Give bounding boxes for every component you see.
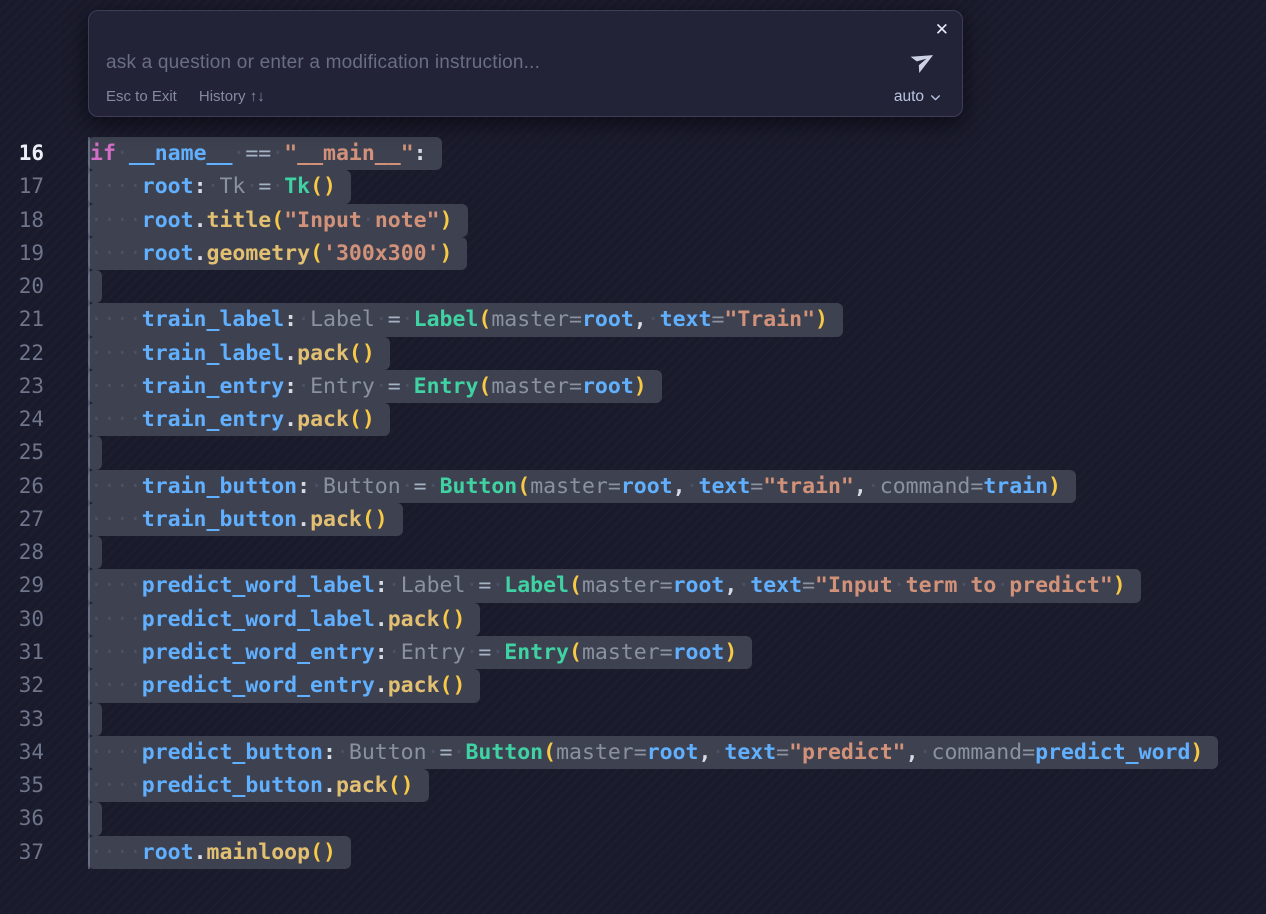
code-line-content[interactable]: ····train_button:·Button·=·Button(master…	[88, 470, 1076, 503]
code-line-content[interactable]	[88, 536, 102, 569]
mode-dropdown[interactable]: auto	[894, 88, 942, 106]
line-number: 19	[0, 237, 44, 270]
code-line[interactable]: 30 ····predict_word_label.pack()	[0, 603, 1266, 636]
code-line[interactable]: 16 if·__name__·==·"__main__":	[0, 137, 1266, 170]
code-line-content[interactable]	[88, 703, 102, 736]
code-line-content[interactable]: ····train_entry:·Entry·=·Entry(master=ro…	[88, 370, 662, 403]
line-number: 21	[0, 303, 44, 336]
esc-hint: Esc to Exit	[106, 88, 177, 105]
code-line-content[interactable]: ····predict_button:·Button·=·Button(mast…	[88, 736, 1218, 769]
code-line[interactable]: 29 ····predict_word_label:·Label·=·Label(…	[0, 569, 1266, 602]
line-number: 35	[0, 769, 44, 802]
line-number: 22	[0, 337, 44, 370]
line-number: 27	[0, 503, 44, 536]
line-number: 18	[0, 204, 44, 237]
code-line-content[interactable]: ····train_label.pack()	[88, 337, 390, 370]
line-number: 34	[0, 736, 44, 769]
line-number: 31	[0, 636, 44, 669]
code-line-content[interactable]: ····predict_word_entry.pack()	[88, 669, 480, 702]
line-number: 32	[0, 669, 44, 702]
indent-guide	[88, 137, 90, 869]
line-number: 33	[0, 703, 44, 736]
code-line-content[interactable]: ····predict_button.pack()	[88, 769, 429, 802]
code-lines: 16 if·__name__·==·"__main__": 17 ····root:·…	[0, 137, 1266, 869]
code-line[interactable]: 37 ····root.mainloop()	[0, 836, 1266, 869]
line-number: 26	[0, 470, 44, 503]
line-number: 25	[0, 436, 44, 469]
code-line[interactable]: 17 ····root:·Tk·=·Tk()	[0, 170, 1266, 203]
line-number: 29	[0, 569, 44, 602]
code-line[interactable]: 26 ····train_button:·Button·=·Button(mast…	[0, 470, 1266, 503]
code-line[interactable]: 25	[0, 436, 1266, 469]
code-line[interactable]: 27 ····train_button.pack()	[0, 503, 1266, 536]
code-line-content[interactable]: ····predict_word_entry:·Entry·=·Entry(ma…	[88, 636, 752, 669]
line-number: 37	[0, 836, 44, 869]
send-icon[interactable]	[911, 47, 937, 73]
code-line-content[interactable]: ····root.mainloop()	[88, 836, 351, 869]
code-line[interactable]: 23 ····train_entry:·Entry·=·Entry(master=…	[0, 370, 1266, 403]
code-line-content[interactable]: ····root.geometry('300x300')	[88, 237, 467, 270]
prompt-dialog: ✕ ask a question or enter a modification…	[88, 10, 963, 117]
code-line[interactable]: 20	[0, 270, 1266, 303]
line-number: 36	[0, 802, 44, 835]
code-line-content[interactable]: ····root:·Tk·=·Tk()	[88, 170, 351, 203]
line-number: 30	[0, 603, 44, 636]
code-line-content[interactable]: ····train_entry.pack()	[88, 403, 390, 436]
close-icon[interactable]: ✕	[935, 21, 949, 38]
code-line-content[interactable]: ····predict_word_label.pack()	[88, 603, 480, 636]
code-line[interactable]: 19 ····root.geometry('300x300')	[0, 237, 1266, 270]
code-line[interactable]: 21 ····train_label:·Label·=·Label(master=…	[0, 303, 1266, 336]
line-number: 17	[0, 170, 44, 203]
code-line[interactable]: 33	[0, 703, 1266, 736]
code-line-content[interactable]	[88, 270, 102, 303]
code-line[interactable]: 31 ····predict_word_entry:·Entry·=·Entry(…	[0, 636, 1266, 669]
code-line[interactable]: 35 ····predict_button.pack()	[0, 769, 1266, 802]
line-number: 20	[0, 270, 44, 303]
code-line-content[interactable]	[88, 436, 102, 469]
code-line[interactable]: 36	[0, 802, 1266, 835]
code-editor: 16 if·__name__·==·"__main__": 17 ····root:·…	[0, 137, 1266, 869]
code-line[interactable]: 24 ····train_entry.pack()	[0, 403, 1266, 436]
dialog-hints: Esc to Exit History ↑↓	[106, 88, 287, 105]
code-line[interactable]: 32 ····predict_word_entry.pack()	[0, 669, 1266, 702]
line-number: 28	[0, 536, 44, 569]
line-number: 23	[0, 370, 44, 403]
prompt-input[interactable]: ask a question or enter a modification i…	[106, 52, 540, 74]
code-line-content[interactable]: ····predict_word_label:·Label·=·Label(ma…	[88, 569, 1141, 602]
code-line-content[interactable]: if·__name__·==·"__main__":	[88, 137, 442, 170]
history-hint: History ↑↓	[199, 88, 265, 105]
mode-label: auto	[894, 88, 924, 106]
code-line-content[interactable]: ····root.title("Input·note")	[88, 204, 468, 237]
code-line-content[interactable]: ····train_button.pack()	[88, 503, 403, 536]
code-line[interactable]: 18 ····root.title("Input·note")	[0, 204, 1266, 237]
line-number: 16	[0, 137, 44, 170]
code-line-content[interactable]: ····train_label:·Label·=·Label(master=ro…	[88, 303, 843, 336]
line-number: 24	[0, 403, 44, 436]
chevron-down-icon	[929, 91, 942, 104]
code-line[interactable]: 22 ····train_label.pack()	[0, 337, 1266, 370]
code-line-content[interactable]	[88, 802, 102, 835]
code-line[interactable]: 34 ····predict_button:·Button·=·Button(ma…	[0, 736, 1266, 769]
code-line[interactable]: 28	[0, 536, 1266, 569]
